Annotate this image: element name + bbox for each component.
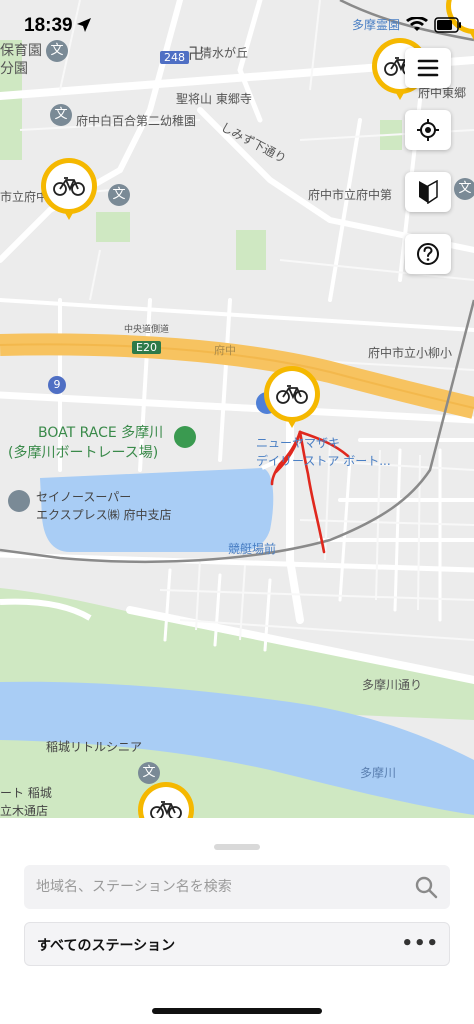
station-filter-label: すべてのステーション bbox=[37, 938, 176, 954]
beginner-mark-icon bbox=[419, 180, 438, 204]
wifi-icon bbox=[406, 16, 428, 31]
bike-station-pin[interactable] bbox=[138, 782, 194, 818]
bicycle-icon bbox=[53, 177, 85, 196]
home-indicator bbox=[152, 1008, 322, 1014]
map-label: 多摩川 bbox=[360, 766, 397, 780]
map-base bbox=[0, 0, 474, 818]
map-label: 府中市立小柳小 bbox=[368, 346, 453, 360]
e20-shield: E20 bbox=[132, 341, 161, 354]
status-indicators: 多摩霊園 bbox=[352, 16, 462, 33]
battery-icon bbox=[434, 16, 461, 33]
map-label: (多摩川ボートレース場) bbox=[8, 445, 159, 461]
map-label: 府中 bbox=[214, 344, 236, 357]
school-icon: 文 bbox=[108, 184, 130, 206]
bicycle-icon bbox=[150, 801, 182, 818]
beginner-guide-button[interactable] bbox=[405, 172, 451, 212]
bike-station-pin[interactable] bbox=[41, 158, 97, 226]
map-label: デイリーストア ボート... bbox=[256, 454, 391, 468]
status-carrier: 多摩霊園 bbox=[351, 18, 400, 32]
map-label: ニューヤマザキ bbox=[256, 436, 341, 450]
search-icon[interactable] bbox=[414, 875, 438, 899]
location-arrow-icon bbox=[77, 18, 91, 32]
school-icon: 文 bbox=[454, 178, 474, 200]
map-label: ート 稲城 bbox=[0, 786, 52, 800]
school-icon: 文 bbox=[138, 762, 160, 784]
station-search-input[interactable] bbox=[36, 865, 396, 909]
status-time: 18:39 bbox=[24, 15, 73, 36]
place-pin-icon bbox=[8, 490, 30, 512]
hamburger-icon bbox=[417, 59, 439, 77]
place-pin-icon bbox=[174, 426, 196, 448]
map-label: 多摩川通り bbox=[362, 678, 423, 692]
map-label: 立木通店 bbox=[0, 804, 49, 818]
map-label: 競艇場前 bbox=[228, 542, 277, 556]
status-bar: 18:39 多摩霊園 bbox=[0, 0, 474, 52]
bottom-sheet: すべてのステーション ••• bbox=[0, 818, 474, 1024]
route-248-shield: 248 bbox=[160, 51, 189, 64]
map-label: 府中白百合第二幼稚園 bbox=[76, 114, 197, 128]
school-icon: 文 bbox=[50, 104, 72, 126]
locate-me-button[interactable] bbox=[405, 110, 451, 150]
search-box[interactable] bbox=[24, 865, 450, 909]
menu-button[interactable] bbox=[405, 48, 451, 88]
map-label: 分園 bbox=[0, 61, 28, 77]
station-filter-row[interactable]: すべてのステーション ••• bbox=[24, 922, 450, 966]
bike-station-pin[interactable] bbox=[264, 366, 320, 434]
map-view[interactable]: 248 E20 9 文 文 文 文 文 卍 保育園 分園 清水が丘 聖将山 東郷… bbox=[0, 0, 474, 818]
map-label: エクスプレス㈱ 府中支店 bbox=[36, 508, 172, 522]
map-label: セイノースーパー bbox=[36, 490, 132, 504]
map-label: 聖将山 東郷寺 bbox=[176, 92, 252, 106]
map-label: 稲城リトルシニア bbox=[46, 740, 143, 754]
map-label: BOAT RACE 多摩川 bbox=[38, 425, 164, 441]
sheet-grabber[interactable] bbox=[214, 844, 260, 850]
question-icon bbox=[417, 243, 439, 265]
more-options-icon[interactable]: ••• bbox=[401, 935, 439, 953]
bicycle-icon bbox=[276, 385, 308, 404]
help-button[interactable] bbox=[405, 234, 451, 274]
route-9-shield: 9 bbox=[48, 376, 66, 394]
map-label: 中央道側道 bbox=[124, 325, 170, 335]
crosshair-icon bbox=[417, 119, 439, 141]
map-label: 府中市立府中第 bbox=[308, 188, 393, 202]
